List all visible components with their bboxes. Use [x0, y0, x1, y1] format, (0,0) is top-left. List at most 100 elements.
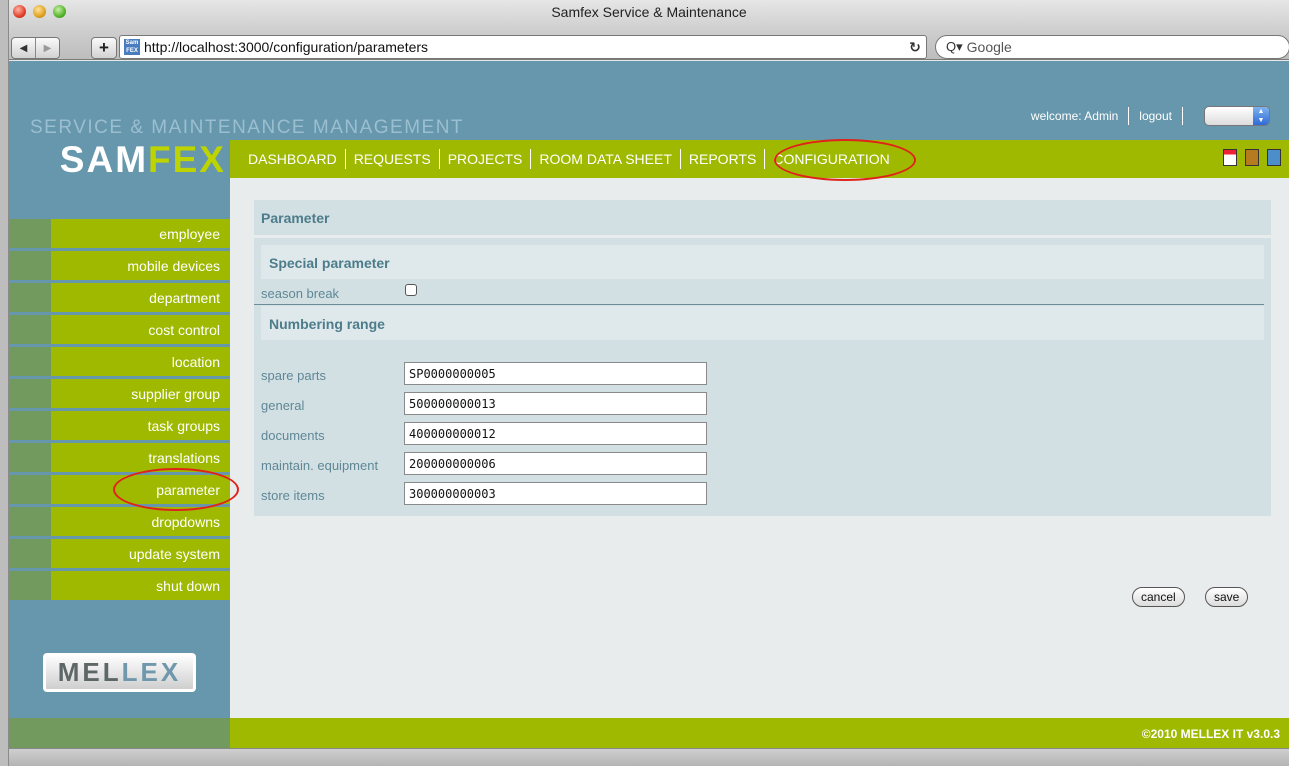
sidebar-stub: [9, 539, 51, 568]
cancel-button[interactable]: cancel: [1132, 587, 1185, 607]
sidebar-item-task-groups[interactable]: task groups: [9, 411, 230, 440]
window-title: Samfex Service & Maintenance: [551, 4, 747, 20]
url-text[interactable]: http://localhost:3000/configuration/para…: [144, 39, 904, 55]
divider: [764, 149, 766, 169]
special-parameter-heading: Special parameter: [261, 245, 1264, 279]
sidebar-stub: [9, 251, 51, 280]
sidebar-item-label: employee: [51, 219, 230, 248]
footer-left: [9, 718, 230, 748]
maintain-equipment-input[interactable]: 200000000006: [404, 452, 707, 475]
logo-lex: LEX: [121, 657, 182, 687]
site-favicon-icon: Sam FEX: [124, 39, 140, 55]
sidebar-stub: [9, 507, 51, 536]
logo-sam: SAM: [59, 139, 149, 180]
language-select[interactable]: ▲ ▼: [1204, 106, 1270, 126]
calendar-icon[interactable]: [1223, 149, 1237, 166]
save-button[interactable]: save: [1205, 587, 1249, 607]
season-break-checkbox[interactable]: [405, 284, 417, 296]
numbering-range-heading: Numbering range: [261, 306, 1264, 340]
sidebar-item-label: department: [51, 283, 230, 312]
sidebar-item-dropdowns[interactable]: dropdowns: [9, 507, 230, 536]
logo-fex: FEX: [148, 139, 226, 180]
browser-window: Samfex Service & Maintenance ◀ ▶ + Sam FE…: [8, 0, 1289, 766]
reload-icon[interactable]: ↻: [904, 39, 926, 56]
back-forward-buttons: ◀ ▶: [11, 37, 60, 59]
sidebar-item-shut-down[interactable]: shut down: [9, 571, 230, 600]
sidebar-item-label: translations: [51, 443, 230, 472]
select-arrows-icon: ▲ ▼: [1253, 107, 1269, 125]
sidebar-item-mobile-devices[interactable]: mobile devices: [9, 251, 230, 280]
user-area: welcome: Admin logout: [1031, 107, 1193, 125]
search-placeholder: Google: [966, 39, 1012, 55]
divider: [679, 149, 681, 169]
page-header: SERVICE & MAINTENANCE MANAGEMENT welcome…: [9, 61, 1289, 140]
documents-input[interactable]: 400000000012: [404, 422, 707, 445]
divider: [1182, 107, 1183, 125]
sidebar-stub: [9, 219, 51, 248]
mellex-logo[interactable]: MELLEX: [43, 653, 196, 692]
sidebar-item-location[interactable]: location: [9, 347, 230, 376]
sidebar-item-employee[interactable]: employee: [9, 219, 230, 248]
nav-icons: [1223, 149, 1281, 166]
sidebar-item-label: task groups: [51, 411, 230, 440]
parameter-panel: Special parameter season break Numbering…: [254, 238, 1271, 516]
nav-dashboard[interactable]: DASHBOARD: [248, 151, 337, 167]
page-title: Parameter: [254, 200, 1271, 235]
divider: [344, 149, 346, 169]
store-items-input[interactable]: 300000000003: [404, 482, 707, 505]
address-bar[interactable]: Sam FEX http://localhost:3000/configurati…: [119, 35, 927, 59]
main-nav: DASHBOARD REQUESTS PROJECTS ROOM DATA SH…: [230, 140, 1289, 178]
sidebar-stub: [9, 571, 51, 600]
sidebar-stub: [9, 475, 51, 504]
book-icon[interactable]: [1245, 149, 1259, 166]
sidebar-item-cost-control[interactable]: cost control: [9, 315, 230, 344]
general-input[interactable]: 500000000013: [404, 392, 707, 415]
divider: [530, 149, 532, 169]
logo-area: SAMFEX: [9, 140, 230, 179]
sidebar-item-update-system[interactable]: update system: [9, 539, 230, 568]
spare-parts-input[interactable]: SP0000000005: [404, 362, 707, 385]
section-divider: [254, 304, 1264, 305]
divider: [438, 149, 440, 169]
sidebar-item-label: mobile devices: [51, 251, 230, 280]
store-items-label: store items: [261, 488, 325, 503]
back-arrow-icon[interactable]: ◀: [12, 38, 35, 58]
nav-requests[interactable]: REQUESTS: [354, 151, 431, 167]
nav-reports[interactable]: REPORTS: [689, 151, 756, 167]
sidebar-item-translations[interactable]: translations: [9, 443, 230, 472]
welcome-text: welcome: Admin: [1030, 109, 1119, 123]
sidebar-item-label: dropdowns: [51, 507, 230, 536]
nav-configuration[interactable]: CONFIGURATION: [773, 151, 889, 167]
title-bar: Samfex Service & Maintenance ◀ ▶ + Sam FE…: [9, 0, 1289, 60]
main-content: Parameter Special parameter season break…: [254, 200, 1271, 516]
spare-parts-label: spare parts: [261, 368, 327, 383]
search-field[interactable]: Q▾ Google: [935, 35, 1289, 59]
sidebar-item-label: parameter: [51, 475, 230, 504]
sidebar-item-department[interactable]: department: [9, 283, 230, 312]
maintain-equipment-label: maintain. equipment: [261, 458, 379, 473]
divider: [1128, 107, 1130, 125]
sidebar-stub: [9, 315, 51, 344]
samfex-logo[interactable]: SAMFEX: [60, 141, 226, 179]
sidebar-stub: [9, 347, 51, 376]
web-page: SERVICE & MAINTENANCE MANAGEMENT welcome…: [9, 61, 1289, 748]
add-bookmark-button[interactable]: +: [91, 37, 117, 59]
phone-icon[interactable]: [1267, 149, 1281, 166]
sidebar-item-label: cost control: [51, 315, 230, 344]
sidebar-item-label: supplier group: [51, 379, 230, 408]
status-bar: [9, 748, 1289, 766]
sidebar-stub: [9, 443, 51, 472]
nav-room-data-sheet[interactable]: ROOM DATA SHEET: [539, 151, 672, 167]
logo-mel: MEL: [57, 657, 122, 687]
forward-arrow-icon[interactable]: ▶: [35, 38, 59, 58]
sidebar-item-label: location: [51, 347, 230, 376]
sidebar-stub: [9, 379, 51, 408]
season-break-label: season break: [261, 286, 340, 301]
sidebar-item-parameter[interactable]: parameter: [9, 475, 230, 504]
logout-link[interactable]: logout: [1139, 109, 1172, 123]
sidebar-item-label: update system: [51, 539, 230, 568]
documents-label: documents: [261, 428, 325, 443]
nav-projects[interactable]: PROJECTS: [448, 151, 523, 167]
sidebar-item-label: shut down: [51, 571, 230, 600]
sidebar-item-supplier-group[interactable]: supplier group: [9, 379, 230, 408]
